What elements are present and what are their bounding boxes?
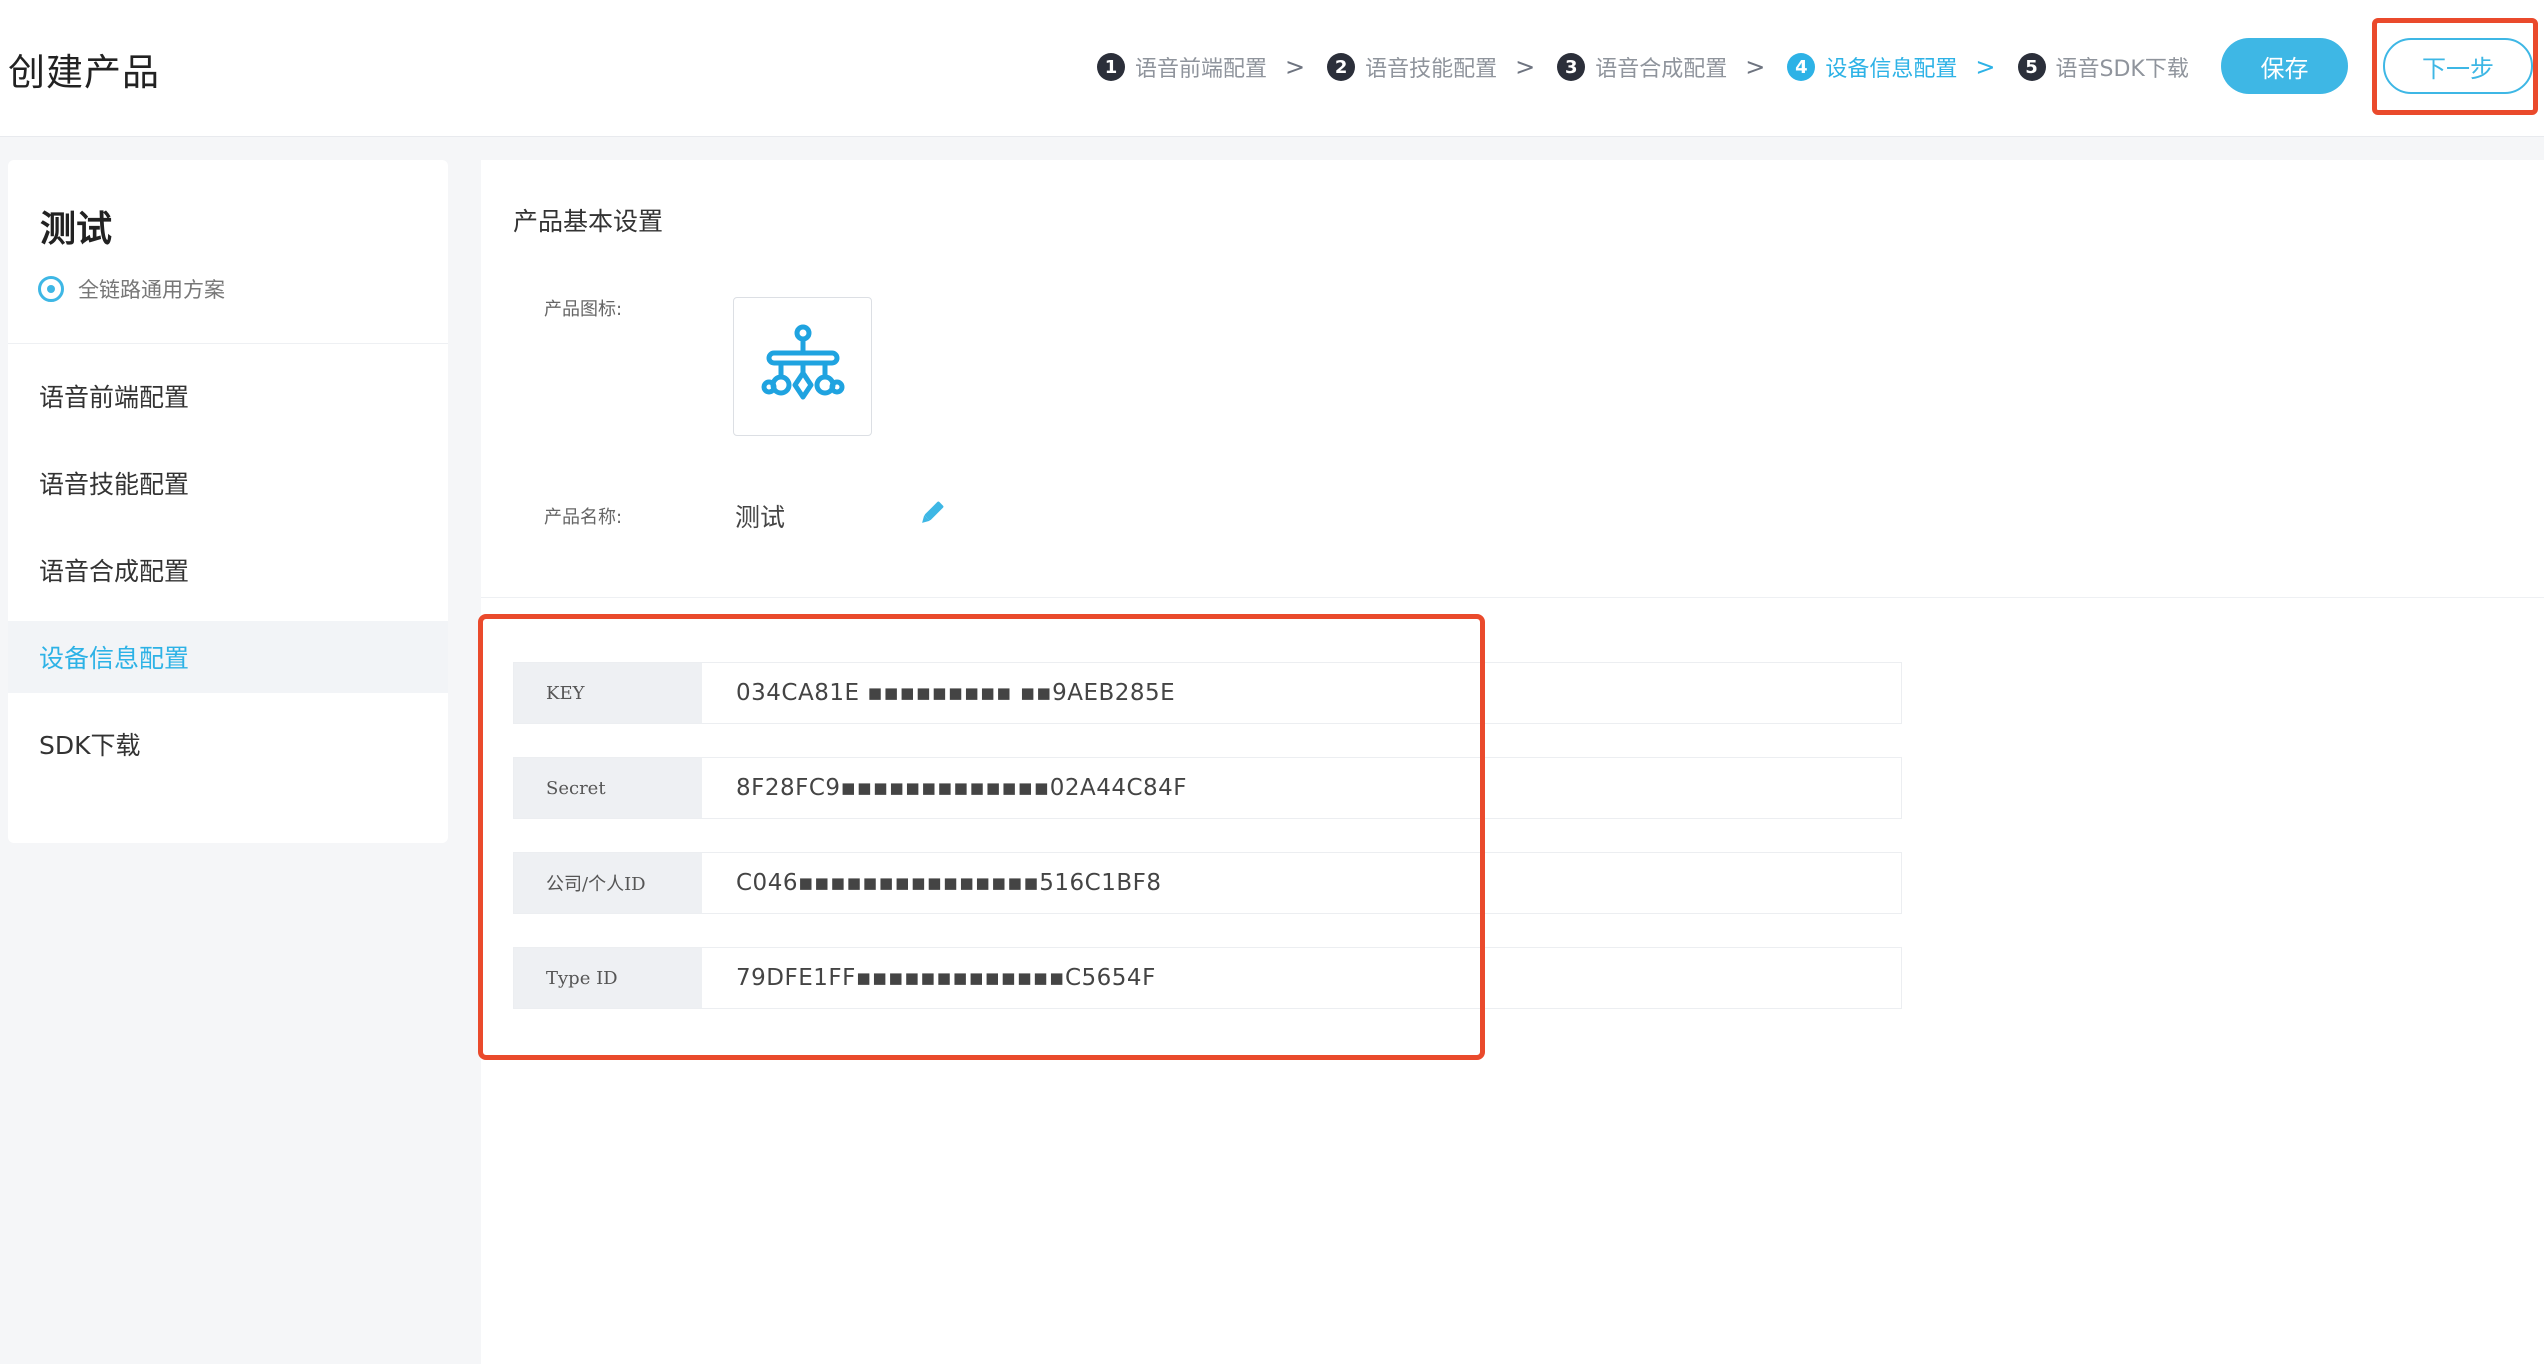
step-label: 语音SDK下载	[2055, 57, 2189, 82]
step-progress: 1 语音前端配置 > 2 语音技能配置 > 3 语音合成配置 > 4 设备信息配…	[1097, 48, 2189, 86]
step-3[interactable]: 3 语音合成配置	[1557, 51, 1727, 83]
step-1[interactable]: 1 语音前端配置	[1097, 51, 1267, 83]
solution-label: 全链路通用方案	[78, 278, 225, 302]
sidebar-item-device-info-config[interactable]: 设备信息配置	[8, 621, 448, 693]
sidebar-item-tts-config[interactable]: 语音合成配置	[8, 534, 448, 606]
step-number: 2	[1327, 53, 1356, 81]
pencil-icon[interactable]	[917, 498, 947, 528]
product-name-value: 测试	[735, 503, 786, 532]
page-title: 创建产品	[8, 51, 160, 94]
chevron-right-icon: >	[1975, 53, 1996, 81]
sidebar-menu: 语音前端配置 语音技能配置 语音合成配置 设备信息配置 SDK下载	[8, 360, 448, 795]
device-info-highlight-box	[478, 614, 1485, 1060]
step-number: 1	[1097, 53, 1125, 81]
chevron-right-icon: >	[1285, 53, 1306, 81]
step-label: 语音合成配置	[1595, 57, 1728, 82]
chevron-right-icon: >	[1745, 53, 1766, 81]
step-4[interactable]: 4 设备信息配置	[1787, 51, 1957, 83]
sidebar-product-name: 测试	[40, 209, 113, 250]
section-title: 产品基本设置	[513, 207, 664, 236]
solution-type: 全链路通用方案	[38, 274, 225, 304]
step-number: 4	[1787, 53, 1816, 81]
step-label: 设备信息配置	[1825, 57, 1958, 82]
sidebar-item-skill-config[interactable]: 语音技能配置	[8, 447, 448, 519]
sidebar-item-frontend-config[interactable]: 语音前端配置	[8, 360, 448, 432]
mobile-hanging-ornament-icon	[761, 324, 844, 399]
save-button[interactable]: 保存	[2221, 38, 2348, 94]
page-header: 创建产品 1 语音前端配置 > 2 语音技能配置 > 3 语音合成配置 > 4 …	[0, 0, 2544, 137]
chevron-right-icon: >	[1515, 53, 1536, 81]
step-number: 5	[2017, 53, 2046, 81]
sidebar: 测试 全链路通用方案 语音前端配置 语音技能配置 语音合成配置 设备信息配置 S…	[8, 160, 448, 843]
circle-dot-icon	[38, 276, 64, 302]
product-icon-label: 产品图标:	[544, 299, 623, 320]
step-number: 3	[1557, 53, 1586, 81]
step-2[interactable]: 2 语音技能配置	[1327, 51, 1497, 83]
product-name-label: 产品名称:	[544, 507, 623, 528]
product-icon[interactable]	[733, 297, 872, 436]
step-5[interactable]: 5 语音SDK下载	[2017, 51, 2189, 83]
divider	[8, 343, 448, 344]
step-label: 语音技能配置	[1365, 57, 1498, 82]
sidebar-item-sdk-download[interactable]: SDK下载	[8, 708, 448, 780]
step-label: 语音前端配置	[1135, 57, 1268, 82]
divider	[481, 597, 2544, 598]
next-button-highlight-box	[2372, 18, 2538, 115]
